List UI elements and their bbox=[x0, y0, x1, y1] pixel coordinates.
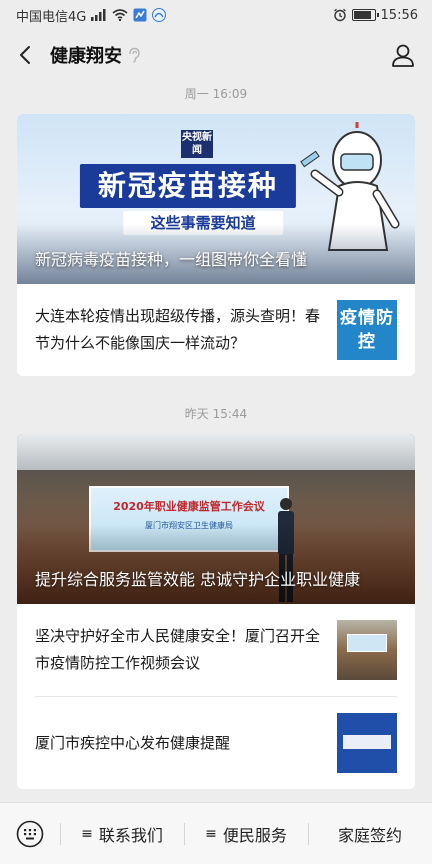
cover-banner-text: 新冠疫苗接种 bbox=[79, 164, 296, 208]
cctv-news-logo: 央视新闻 bbox=[181, 130, 213, 158]
message-time: 周一 16:09 bbox=[184, 87, 248, 101]
menu-contact-us[interactable]: ≡ 联系我们 bbox=[60, 803, 184, 864]
person-icon bbox=[392, 44, 414, 67]
status-left: 中国电信4G bbox=[16, 6, 167, 25]
article-item-title: 厦门市疾控中心发布健康提醒 bbox=[35, 733, 231, 752]
battery-icon bbox=[351, 9, 379, 21]
article-item[interactable]: 坚决守护好全市人民健康安全！厦门召开全市疫情防控工作视频会议 bbox=[17, 604, 415, 696]
article-item-title: 坚决守护好全市人民健康安全！厦门召开全市疫情防控工作视频会议 bbox=[35, 627, 321, 672]
keyboard-toggle-button[interactable] bbox=[0, 820, 60, 848]
clock-time: 15:56 bbox=[380, 7, 418, 23]
article-card: 2020年职业健康监管工作会议 厦门市翔安区卫生健康局 提升综合服务监管效能 忠… bbox=[17, 434, 415, 789]
app-notification-icon-2 bbox=[152, 8, 167, 22]
cover-title: 提升综合服务监管效能 忠诚守护企业职业健康 bbox=[35, 570, 361, 589]
article-item-title: 大连本轮疫情出现超级传播，源头查明！春节为什么不能像国庆一样流动？ bbox=[35, 307, 321, 352]
nav-bar: 健康翔安 bbox=[0, 30, 432, 80]
menu-label: 联系我们 bbox=[98, 825, 163, 845]
article-item[interactable]: 大连本轮疫情出现超级传播，源头查明！春节为什么不能像国庆一样流动？ 疫情防控 bbox=[17, 284, 415, 376]
message-time: 昨天 15:44 bbox=[184, 407, 248, 421]
menu-family-contract[interactable]: 家庭签约 bbox=[308, 803, 432, 864]
menu-label: 便民服务 bbox=[222, 825, 287, 845]
article-card: 央视新闻 新冠疫苗接种 这些事需要知道 新冠病毒疫苗接种，一组图带你全看懂 大连… bbox=[17, 114, 415, 376]
carrier-label: 中国电信4G bbox=[16, 9, 87, 25]
alarm-icon bbox=[333, 8, 347, 22]
page-title: 健康翔安 bbox=[50, 46, 122, 67]
menu-convenience-services[interactable]: ≡ 便民服务 bbox=[184, 803, 308, 864]
article-item[interactable]: 厦门市疾控中心发布健康提醒 bbox=[17, 697, 415, 789]
menu-list-icon: ≡ bbox=[81, 825, 93, 842]
screen-title: 2020年职业健康监管工作会议 bbox=[113, 500, 265, 513]
cover-shade bbox=[17, 524, 415, 604]
menu-list-icon: ≡ bbox=[205, 825, 217, 842]
app-notification-icon bbox=[133, 8, 147, 22]
article-thumbnail bbox=[337, 713, 397, 773]
cover-title: 新冠病毒疫苗接种，一组图带你全看懂 bbox=[35, 250, 308, 269]
chevron-left-icon bbox=[20, 46, 30, 64]
article-cover[interactable]: 央视新闻 新冠疫苗接种 这些事需要知道 新冠病毒疫苗接种，一组图带你全看懂 bbox=[17, 114, 415, 284]
ear-icon[interactable] bbox=[128, 47, 140, 63]
article-cover[interactable]: 2020年职业健康监管工作会议 厦门市翔安区卫生健康局 提升综合服务监管效能 忠… bbox=[17, 434, 415, 604]
keyboard-icon bbox=[16, 820, 44, 847]
article-thumbnail bbox=[337, 620, 397, 680]
menu-label: 家庭签约 bbox=[337, 825, 402, 845]
wifi-icon bbox=[112, 9, 128, 21]
ceiling-lights bbox=[17, 434, 415, 470]
status-bar: 中国电信4G 15:56 bbox=[0, 0, 432, 30]
back-button[interactable] bbox=[12, 42, 38, 68]
status-right: 15:56 bbox=[333, 8, 418, 23]
article-thumbnail: 疫情防控 bbox=[337, 300, 397, 360]
bottom-menu-bar: ≡ 联系我们 ≡ 便民服务 家庭签约 bbox=[0, 802, 432, 864]
signal-icon bbox=[91, 9, 107, 21]
profile-button[interactable] bbox=[390, 42, 416, 68]
